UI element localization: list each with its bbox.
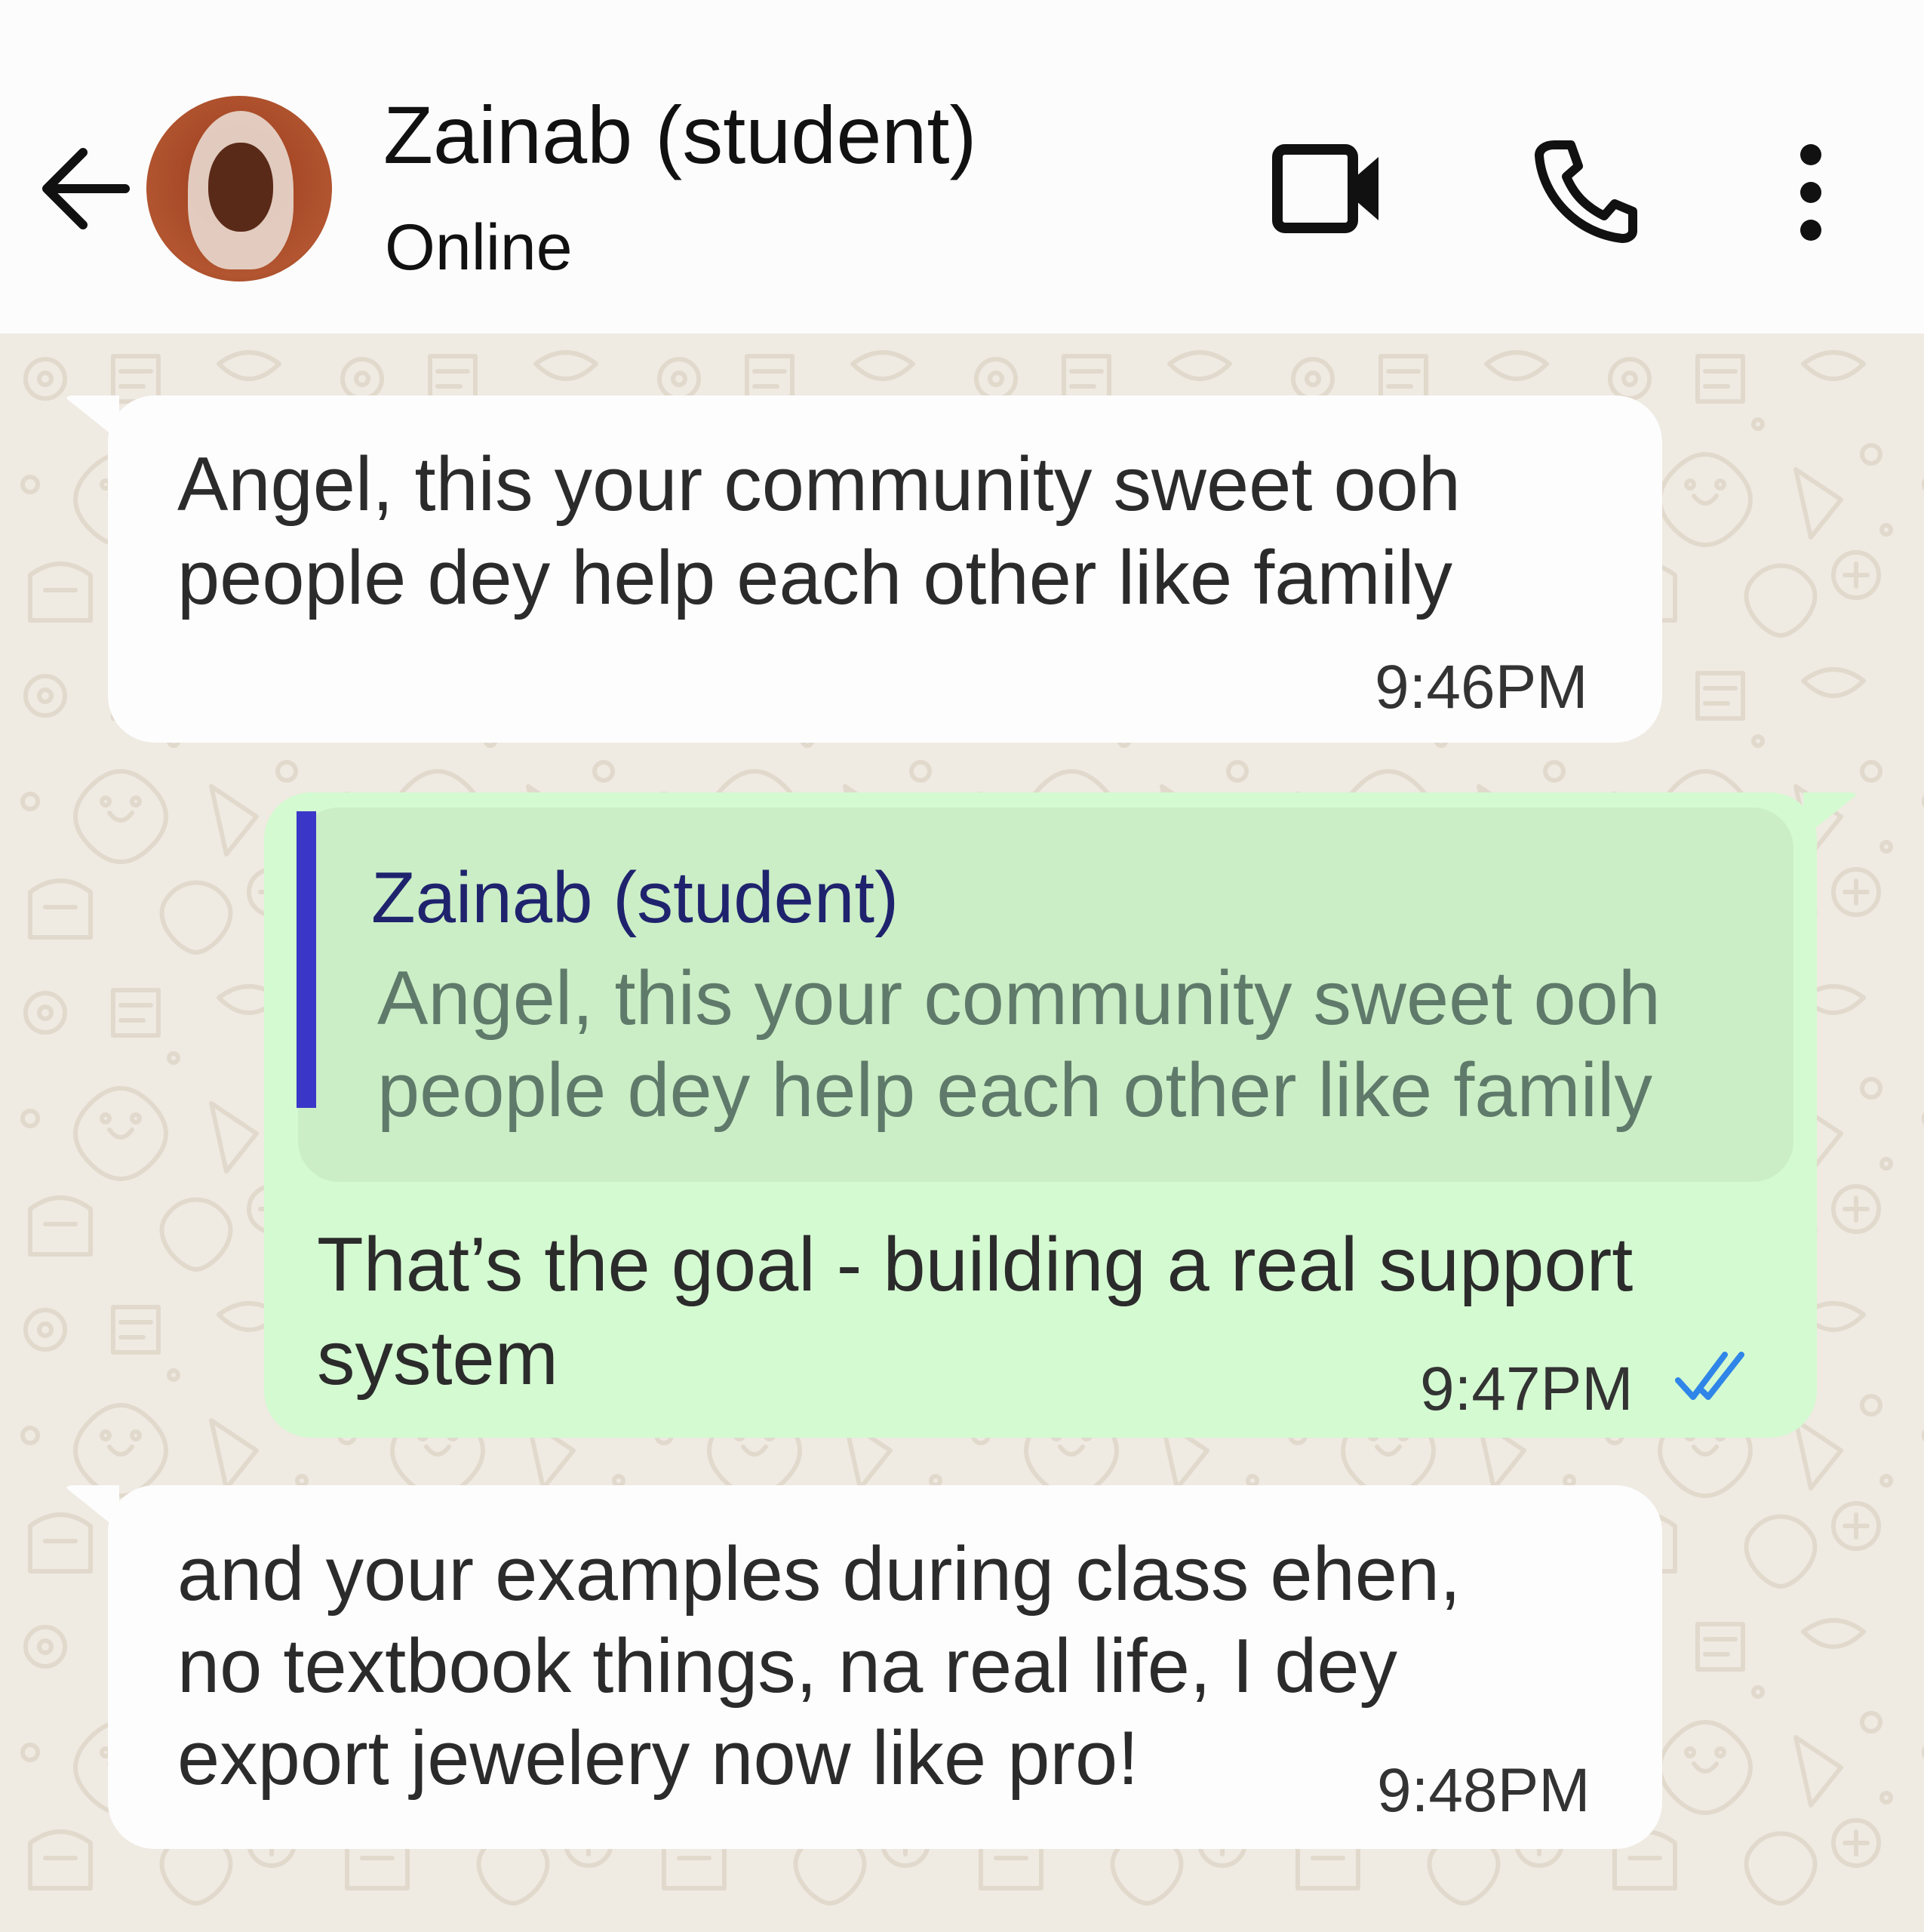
message-text-line: export jewelery now like pro! [177, 1716, 1139, 1801]
quote-accent-bar [297, 811, 316, 1108]
more-vertical-icon[interactable] [1788, 143, 1833, 242]
double-check-icon [1675, 1352, 1744, 1400]
message-text-line: system [317, 1316, 558, 1401]
video-camera-icon[interactable] [1271, 143, 1385, 234]
message-timestamp: 9:47PM [1420, 1355, 1634, 1423]
message-timestamp: 9:48PM [1377, 1756, 1591, 1825]
message-text-line: That’s the goal - building a real suppor… [317, 1223, 1634, 1307]
contact-name[interactable]: Zainab (student) [383, 94, 976, 176]
avatar[interactable] [146, 96, 332, 281]
bubble-tail [1803, 792, 1856, 838]
quoted-text-line: people dey help each other like family [377, 1048, 1652, 1133]
quoted-text-line: Angel, this your community sweet ooh [377, 956, 1661, 1041]
message-text-line: no textbook things, na real life, I dey [177, 1624, 1397, 1709]
message-text-line: Angel, this your community sweet ooh [177, 442, 1461, 527]
message-timestamp: 9:46PM [1375, 653, 1588, 721]
quoted-author: Zainab (student) [371, 857, 899, 938]
avatar-face [208, 143, 273, 232]
message-text-line: and your examples during class ehen, [177, 1532, 1461, 1617]
phone-icon[interactable] [1532, 137, 1637, 243]
chat-header: Zainab (student) Online [0, 0, 1924, 334]
contact-status: Online [385, 211, 573, 284]
message-text-line: people dey help each other like family [177, 536, 1452, 620]
arrow-left-icon[interactable] [36, 136, 134, 242]
